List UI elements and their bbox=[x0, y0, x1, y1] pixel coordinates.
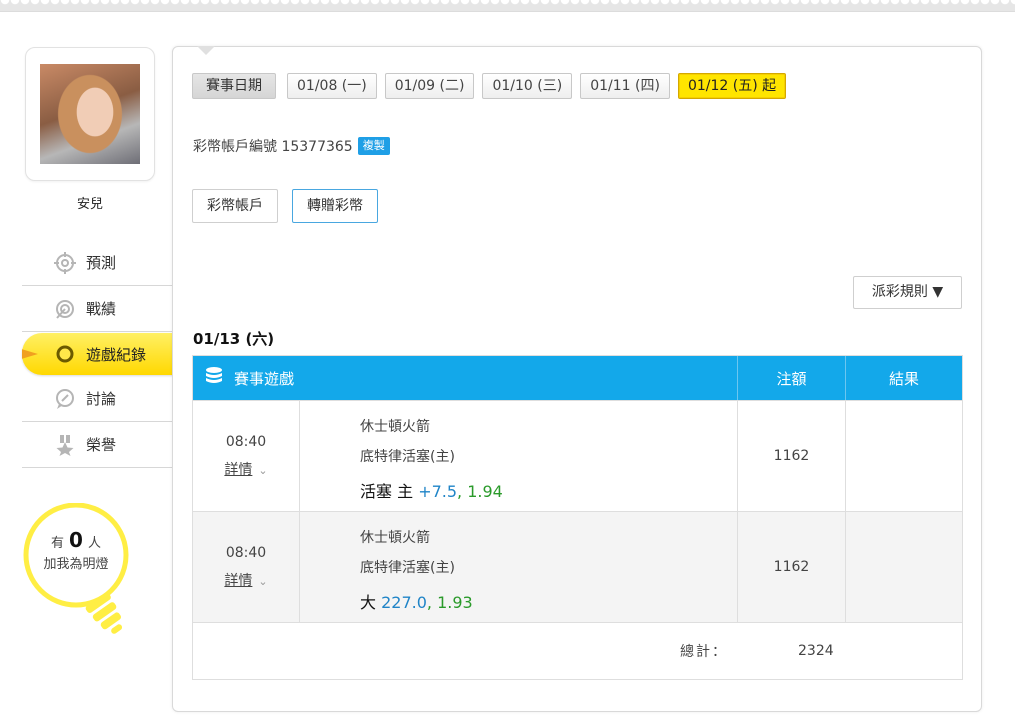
sidebar-item-label: 戰績 bbox=[86, 300, 117, 318]
follower-prefix: 有 bbox=[51, 536, 65, 551]
date-label: 賽事日期 bbox=[192, 73, 276, 99]
username: 安兒 bbox=[76, 197, 103, 212]
bet-selection: 活塞 主 +7.5, 1.94 bbox=[360, 478, 737, 502]
follow-label: 加我為明燈 bbox=[43, 557, 109, 572]
follower-suffix: 人 bbox=[87, 536, 101, 551]
database-icon bbox=[204, 366, 224, 390]
row-game-cell: 休士頓火箭 底特律活塞(主) 大 227.0, 1.93 bbox=[300, 512, 738, 622]
row-result bbox=[846, 401, 962, 511]
bet-odds: 1.94 bbox=[467, 482, 503, 501]
copy-button[interactable]: 複製 bbox=[357, 137, 390, 155]
game-history-table: 賽事遊戲 注額 結果 08:40 詳情 ⌄ 休士頓火箭 底特律活塞(主) 活塞 主… bbox=[192, 355, 963, 680]
header-amount: 注額 bbox=[738, 356, 846, 400]
bet-pick: 大 bbox=[360, 593, 377, 612]
detail-link-wrap[interactable]: 詳情 ⌄ bbox=[224, 459, 267, 479]
row-time-cell: 08:40 詳情 ⌄ bbox=[193, 401, 300, 511]
account-number-text: 彩幣帳戶編號 15377365 bbox=[193, 139, 353, 155]
header-game: 賽事遊戲 bbox=[193, 356, 738, 400]
date-button-active[interactable]: 01/12 (五) 起 bbox=[677, 73, 787, 99]
bet-line: 227.0 bbox=[381, 593, 427, 612]
chevron-down-icon[interactable]: ⌄ bbox=[258, 464, 267, 477]
row-time-cell: 08:40 詳情 ⌄ bbox=[193, 512, 300, 622]
home-team: 底特律活塞(主) bbox=[360, 560, 455, 576]
sidebar-item-honor[interactable]: 榮譽 bbox=[22, 422, 172, 468]
sidebar-item-predict[interactable]: 預測 bbox=[22, 240, 172, 286]
date-button[interactable]: 01/11 (四) bbox=[580, 73, 670, 99]
sidebar-item-record[interactable]: 戰績 bbox=[22, 286, 172, 332]
sidebar-nav: 預測 戰績 遊戲紀錄 討論 榮譽 bbox=[22, 240, 194, 468]
row-game-cell: 休士頓火箭 底特律活塞(主) 活塞 主 +7.5, 1.94 bbox=[300, 401, 738, 511]
target-icon bbox=[50, 298, 80, 320]
sidebar-item-label: 預測 bbox=[86, 254, 117, 272]
bet-separator: , bbox=[426, 593, 433, 612]
away-team: 休士頓火箭 bbox=[360, 530, 430, 546]
chevron-down-icon[interactable]: ⌄ bbox=[258, 575, 267, 588]
follower-count: 0 bbox=[69, 528, 83, 552]
table-header: 賽事遊戲 注額 結果 bbox=[193, 356, 962, 400]
top-scalloped-border bbox=[0, 0, 1015, 12]
bet-odds: 1.93 bbox=[437, 593, 473, 612]
total-label: 總計： bbox=[680, 644, 728, 660]
away-team: 休士頓火箭 bbox=[360, 419, 430, 435]
payout-rules-dropdown[interactable]: 派彩規則 ▼ bbox=[853, 276, 962, 309]
detail-link[interactable]: 詳情 bbox=[224, 573, 252, 589]
detail-link-wrap[interactable]: 詳情 ⌄ bbox=[224, 570, 267, 590]
crosshair-icon bbox=[50, 251, 80, 274]
table-row: 08:40 詳情 ⌄ 休士頓火箭 底特律活塞(主) 大 227.0, 1.93 1… bbox=[193, 511, 962, 622]
sidebar-item-label: 榮譽 bbox=[86, 436, 117, 454]
row-amount: 1162 bbox=[738, 401, 846, 511]
sidebar-item-label: 討論 bbox=[86, 390, 117, 408]
date-button[interactable]: 01/08 (一) bbox=[287, 73, 377, 99]
date-selector: 賽事日期 01/08 (一) 01/09 (二) 01/10 (三) 01/11… bbox=[192, 73, 787, 99]
wallet-button[interactable]: 彩幣帳戶 bbox=[192, 189, 278, 223]
date-button[interactable]: 01/10 (三) bbox=[482, 73, 573, 99]
table-row: 08:40 詳情 ⌄ 休士頓火箭 底特律活塞(主) 活塞 主 +7.5, 1.94… bbox=[193, 400, 962, 511]
game-time: 08:40 bbox=[225, 544, 267, 561]
sidebar-item-game-history[interactable]: 遊戲紀錄 bbox=[22, 333, 194, 375]
total-value: 2324 bbox=[798, 643, 834, 659]
game-time: 08:40 bbox=[225, 433, 267, 450]
transfer-coins-button[interactable]: 轉贈彩幣 bbox=[292, 189, 378, 223]
bet-pick: 活塞 主 bbox=[360, 482, 414, 501]
chat-icon bbox=[50, 388, 80, 410]
row-amount: 1162 bbox=[738, 512, 846, 622]
avatar[interactable] bbox=[40, 64, 140, 164]
bet-separator: , bbox=[457, 482, 463, 501]
medal-icon bbox=[50, 434, 80, 456]
avatar-frame[interactable] bbox=[25, 47, 155, 181]
total-row: 總計： 2324 bbox=[193, 622, 962, 679]
account-number: 彩幣帳戶編號 15377365 複製 bbox=[193, 136, 390, 156]
sidebar-item-discuss[interactable]: 討論 bbox=[22, 376, 172, 422]
ring-icon bbox=[50, 343, 80, 365]
follower-count-line: 有0人 bbox=[22, 530, 130, 554]
account-actions: 彩幣帳戶 轉贈彩幣 bbox=[192, 189, 378, 223]
home-team: 底特律活塞(主) bbox=[360, 449, 455, 465]
lightbulb-follow-text[interactable]: 有0人 加我為明燈 bbox=[22, 530, 130, 575]
bet-selection: 大 227.0, 1.93 bbox=[360, 589, 737, 613]
bet-line: +7.5 bbox=[418, 482, 458, 501]
row-result bbox=[846, 512, 962, 622]
header-game-label: 賽事遊戲 bbox=[234, 369, 295, 388]
sidebar-item-label: 遊戲紀錄 bbox=[86, 345, 147, 364]
header-result: 結果 bbox=[888, 369, 919, 388]
date-button[interactable]: 01/09 (二) bbox=[384, 73, 475, 99]
day-title: 01/13 (六) bbox=[193, 330, 275, 348]
detail-link[interactable]: 詳情 bbox=[224, 462, 252, 478]
